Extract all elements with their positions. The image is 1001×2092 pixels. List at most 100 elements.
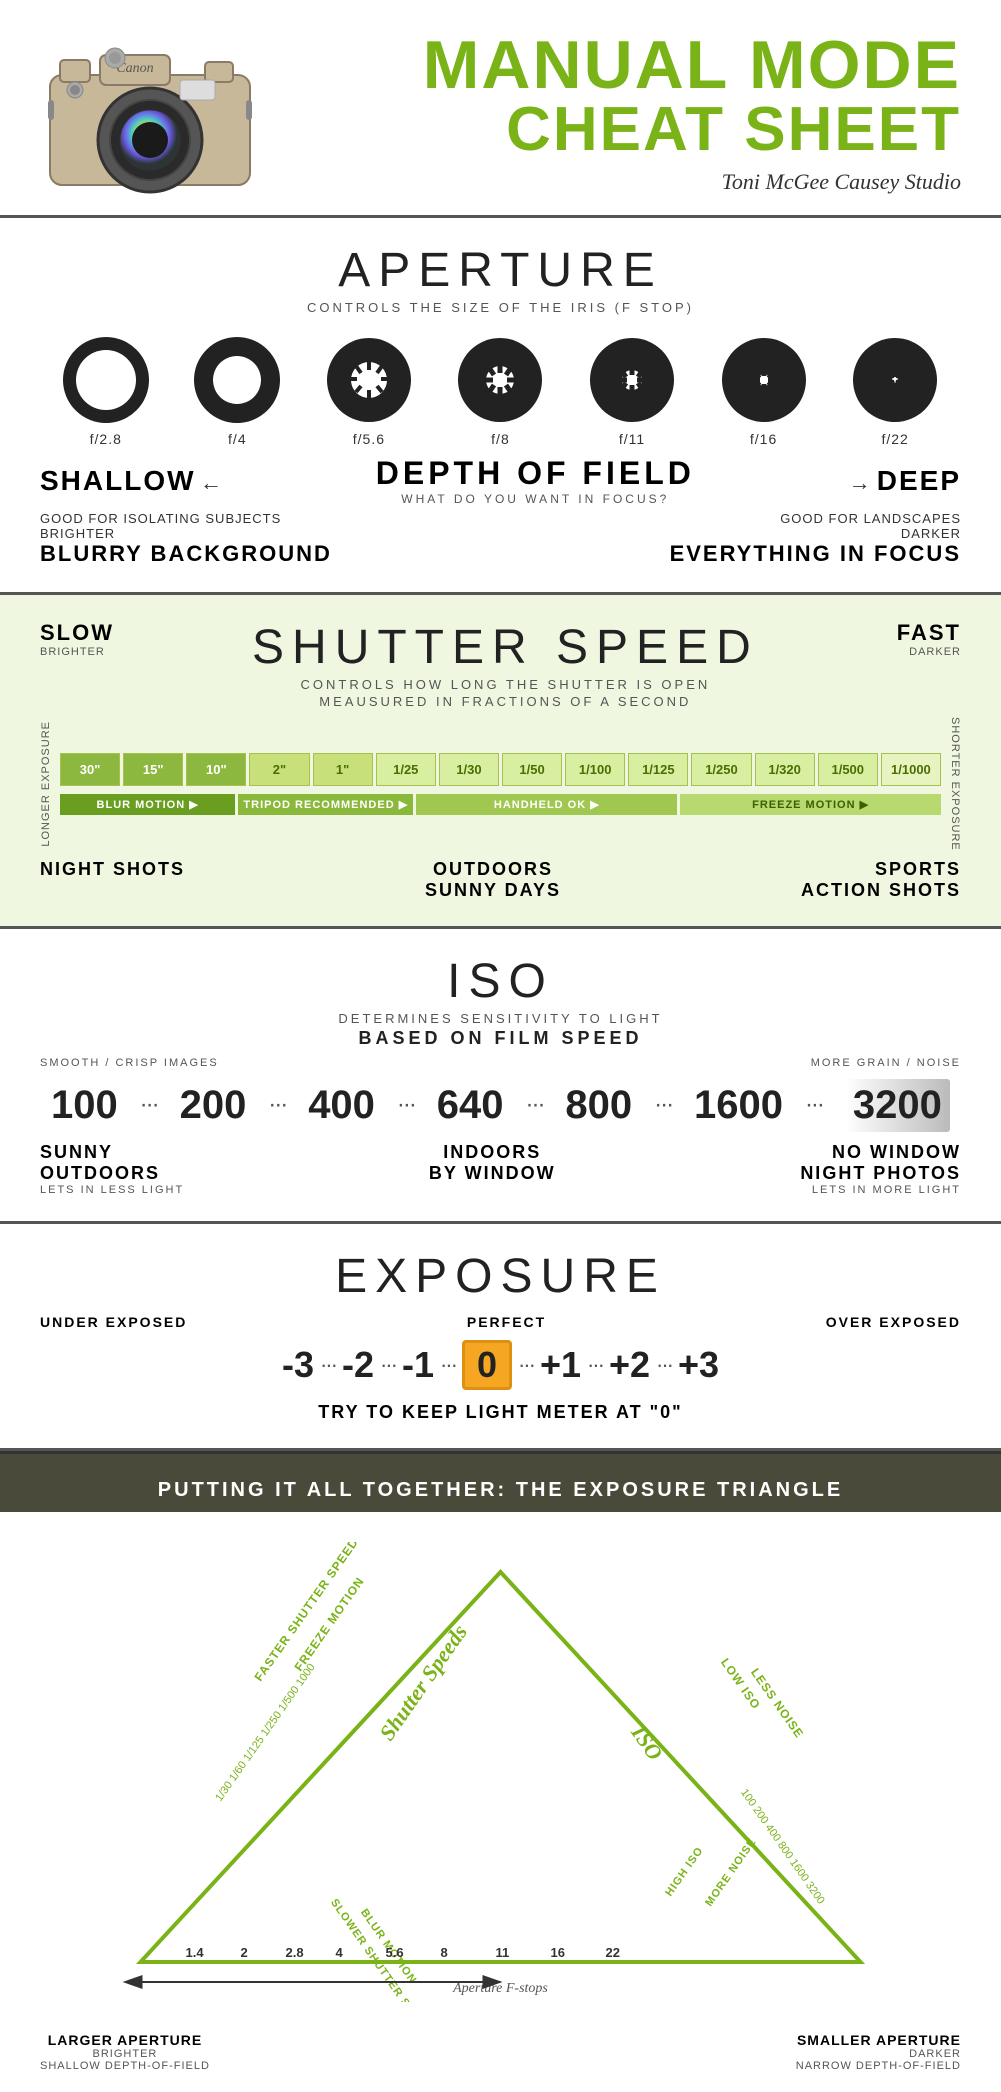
aperture-label-f28: f/2.8 (90, 431, 122, 447)
svg-text:SLOWER SHUTTER SPEED: SLOWER SHUTTER SPEED (328, 1897, 432, 2002)
triangle-header: PUTTING IT ALL TOGETHER: THE EXPOSURE TR… (0, 1469, 1001, 1512)
exposure-tip: TRY TO KEEP LIGHT METER AT "0" (40, 1402, 961, 1423)
iso-800: 800 (565, 1083, 632, 1128)
author-credit: Toni McGee Causey Studio (300, 169, 961, 195)
exposure-title: EXPOSURE (40, 1249, 961, 1304)
iso-section: ISO DETERMINES SENSITIVITY TO LIGHT BASE… (0, 929, 1001, 1224)
motion-freeze-label: FREEZE MOTION ▶ (680, 794, 941, 815)
tri-larger-aperture: LARGER APERTURE BRIGHTER SHALLOW DEPTH-O… (40, 2032, 210, 2072)
svg-text:2: 2 (241, 1945, 248, 1960)
aperture-subtitle: CONTROLS THE SIZE OF THE IRIS (F STOP) (40, 300, 961, 315)
iris-f4 (192, 335, 282, 425)
speed-1500: 1/500 (818, 753, 878, 786)
svg-text:1/30 1/60 1/125 1/250 1/50: 1/30 1/60 1/125 1/250 1/500 1000 (213, 1661, 318, 1803)
speed-1250: 1/250 (691, 753, 751, 786)
svg-text:Shutter Speeds: Shutter Speeds (374, 1620, 472, 1745)
tri-smaller-aperture: SMALLER APERTURE DARKER NARROW DEPTH-OF-… (796, 2032, 961, 2072)
speed-125: 1/25 (376, 753, 436, 786)
speed-10: 10" (186, 753, 246, 786)
iso-use-row: SUNNYOUTDOORS LETS IN LESS LIGHT INDOORS… (40, 1142, 961, 1196)
title-area: MANUAL MODE CHEAT SHEET Toni McGee Cause… (300, 31, 971, 195)
svg-text:16: 16 (551, 1945, 565, 1960)
shutter-speed-bar: 30" 15" 10" 2" 1" 1/25 1/30 1/50 1/100 1… (60, 753, 941, 786)
iso-values: 100 ··· 200 ··· 400 ··· 640 ··· 800 ··· … (40, 1079, 961, 1132)
iso-subtitle2: BASED ON FILM SPEED (40, 1028, 961, 1049)
motion-handheld-label: HANDHELD OK ▶ (416, 794, 677, 815)
speed-30: 30" (60, 753, 120, 786)
speed-cells-container: 30" 15" 10" 2" 1" 1/25 1/30 1/50 1/100 1… (60, 745, 941, 823)
aperture-item-f4: f/4 (192, 335, 282, 447)
aperture-item-f11: f/11 (587, 335, 677, 447)
svg-text:5.6: 5.6 (386, 1945, 404, 1960)
deep-label: → DEEP (849, 465, 961, 497)
aperture-item-f16: f/16 (719, 335, 809, 447)
perfect-label: PERFECT (467, 1314, 546, 1330)
speed-2: 2" (249, 753, 309, 786)
exp-pos2: +2 (609, 1344, 650, 1386)
exposure-labels-row: UNDER EXPOSED PERFECT OVER EXPOSED (40, 1314, 961, 1330)
shutter-use-labels: NIGHT SHOTS OUTDOORSSUNNY DAYS SPORTSACT… (40, 859, 961, 901)
speed-15: 15" (123, 753, 183, 786)
motion-tripod-label: TRIPOD RECOMMENDED ▶ (238, 794, 413, 815)
shorter-exposure-label: SHORTER EXPOSURE (949, 717, 961, 851)
triangle-body: FASTER SHUTTER SPEED FREEZE MOTION 1/30 … (0, 1512, 1001, 2022)
exposure-section: EXPOSURE UNDER EXPOSED PERFECT OVER EXPO… (0, 1224, 1001, 1451)
iris-f16 (719, 335, 809, 425)
triangle-section: PUTTING IT ALL TOGETHER: THE EXPOSURE TR… (0, 1451, 1001, 2092)
iso-3200-bg: 3200 (845, 1079, 950, 1132)
speed-1320: 1/320 (755, 753, 815, 786)
shutter-center: SHUTTER SPEED CONTROLS HOW LONG THE SHUT… (252, 620, 759, 709)
svg-text:22: 22 (606, 1945, 620, 1960)
aperture-item-f8: f/8 (455, 335, 545, 447)
exp-neg3: -3 (282, 1344, 314, 1386)
iso-3200: 3200 (853, 1083, 942, 1127)
iso-subtitle1: DETERMINES SENSITIVITY TO LIGHT (40, 1011, 961, 1026)
shutter-speed-row: LONGER EXPOSURE 30" 15" 10" 2" 1" 1/25 1… (40, 717, 961, 851)
iso-title: ISO (40, 954, 961, 1009)
svg-text:Aperture F-stops: Aperture F-stops (452, 1981, 548, 1996)
svg-text:2.8: 2.8 (286, 1945, 304, 1960)
iso-night: NO WINDOWNIGHT PHOTOS LETS IN MORE LIGHT (800, 1142, 961, 1196)
header: Canon (0, 0, 1001, 218)
svg-text:11: 11 (496, 1945, 510, 1960)
triangle-header-text: PUTTING IT ALL TOGETHER: THE EXPOSURE TR… (20, 1479, 981, 1502)
shutter-fast: FAST DARKER (897, 620, 961, 658)
speed-130: 1/30 (439, 753, 499, 786)
iso-1600: 1600 (694, 1083, 783, 1128)
svg-text:HIGH ISO: HIGH ISO (663, 1845, 706, 1899)
speed-1125: 1/125 (628, 753, 688, 786)
iso-smooth-label: SMOOTH / CRISP IMAGES (40, 1057, 219, 1069)
aperture-notes: GOOD FOR ISOLATING SUBJECTS BRIGHTER BLU… (40, 511, 961, 567)
aperture-note-left: GOOD FOR ISOLATING SUBJECTS BRIGHTER BLU… (40, 511, 332, 567)
aperture-label-f4: f/4 (228, 431, 247, 447)
iris-f8 (455, 335, 545, 425)
title-line2: CHEAT SHEET (300, 99, 961, 161)
speed-150: 1/50 (502, 753, 562, 786)
iso-indoors: INDOORSBY WINDOW (429, 1142, 556, 1196)
camera-illustration: Canon (20, 20, 280, 200)
iso-400: 400 (308, 1083, 375, 1128)
aperture-label-f16: f/16 (750, 431, 777, 447)
aperture-label-f8: f/8 (491, 431, 510, 447)
iris-f56 (324, 335, 414, 425)
iso-100: 100 (51, 1083, 118, 1128)
iso-640: 640 (437, 1083, 504, 1128)
svg-text:MORE NOISE: MORE NOISE (703, 1836, 759, 1909)
aperture-note-right: GOOD FOR LANDSCAPES DARKER EVERYTHING IN… (670, 511, 961, 567)
iso-grain-label: MORE GRAIN / NOISE (811, 1057, 961, 1069)
aperture-label-f56: f/5.6 (353, 431, 385, 447)
motion-blur-label: BLUR MOTION ▶ (60, 794, 235, 815)
aperture-title: APERTURE (40, 243, 961, 298)
iris-f28 (61, 335, 151, 425)
exp-pos3: +3 (678, 1344, 719, 1386)
dof-row: SHALLOW ← DEPTH OF FIELD WHAT DO YOU WAN… (40, 455, 961, 506)
shutter-use-night: NIGHT SHOTS (40, 859, 185, 901)
exposure-scale: -3 ··· -2 ··· -1 ··· 0 ··· +1 ··· +2 ···… (40, 1340, 961, 1390)
svg-text:ISO: ISO (626, 1719, 668, 1764)
aperture-label-f22: f/22 (881, 431, 908, 447)
aperture-item-f56: f/5.6 (324, 335, 414, 447)
triangle-diagram: FASTER SHUTTER SPEED FREEZE MOTION 1/30 … (40, 1542, 961, 2002)
iso-notes: SMOOTH / CRISP IMAGES MORE GRAIN / NOISE (40, 1057, 961, 1069)
shutter-section: SLOW BRIGHTER SHUTTER SPEED CONTROLS HOW… (0, 595, 1001, 929)
speed-1100: 1/100 (565, 753, 625, 786)
